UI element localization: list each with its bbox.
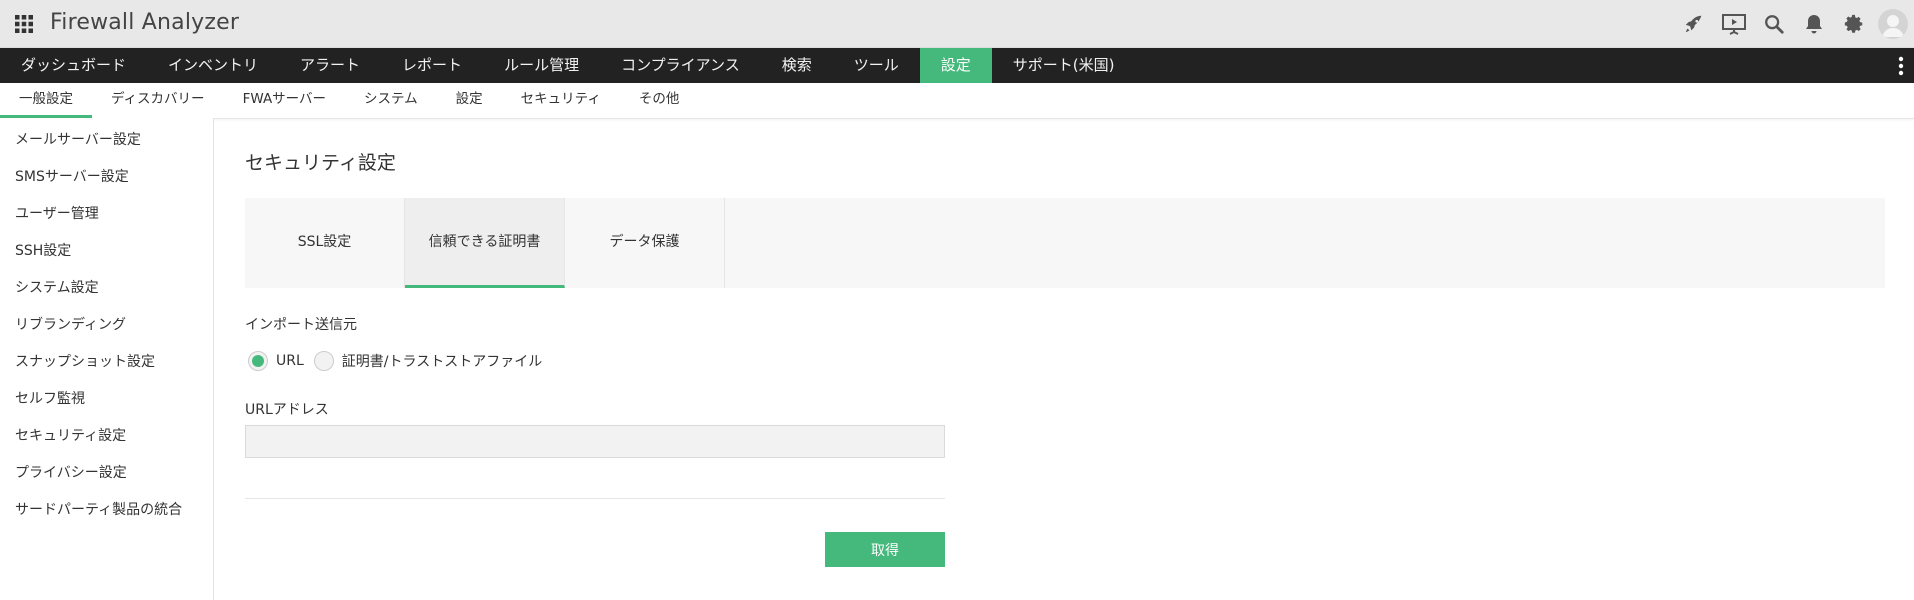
nav-item-inventory[interactable]: インベントリ <box>147 48 279 83</box>
tab-trusted-certificates[interactable]: 信頼できる証明書 <box>405 198 565 288</box>
subnav-item-security[interactable]: セキュリティ <box>502 83 620 118</box>
more-vertical-icon[interactable] <box>1898 56 1904 76</box>
presentation-icon[interactable] <box>1714 0 1754 48</box>
bell-icon[interactable] <box>1794 0 1834 48</box>
sidebar-item-user-management[interactable]: ユーザー管理 <box>0 196 213 233</box>
sidebar-item-privacy[interactable]: プライバシー設定 <box>0 455 213 492</box>
user-avatar[interactable] <box>1874 0 1914 48</box>
nav-item-support[interactable]: サポート(米国) <box>992 48 1136 83</box>
top-header: Firewall Analyzer <box>0 0 1914 48</box>
nav-item-settings[interactable]: 設定 <box>919 48 992 83</box>
sidebar-item-system-settings[interactable]: システム設定 <box>0 270 213 307</box>
main-content: セキュリティ設定 SSL設定 信頼できる証明書 データ保護 インポート送信元 U… <box>215 118 1914 600</box>
nav-item-rule-management[interactable]: ルール管理 <box>483 48 600 83</box>
nav-item-search[interactable]: 検索 <box>761 48 833 83</box>
tab-ssl-settings[interactable]: SSL設定 <box>245 198 405 288</box>
radio-certificate-file-label: 証明書/トラストストアファイル <box>341 354 543 370</box>
subnav-item-settings[interactable]: 設定 <box>437 83 502 118</box>
sidebar-item-third-party[interactable]: サードパーティ製品の統合 <box>0 492 213 529</box>
sidebar: メールサーバー設定 SMSサーバー設定 ユーザー管理 SSH設定 システム設定 … <box>0 118 214 600</box>
subnav-item-discovery[interactable]: ディスカバリー <box>92 83 224 118</box>
subnav-item-other[interactable]: その他 <box>620 83 699 118</box>
subnav-item-system[interactable]: システム <box>345 83 437 118</box>
radio-certificate-file[interactable] <box>313 351 334 371</box>
radio-url-label: URL <box>276 353 304 369</box>
fetch-button[interactable]: 取得 <box>825 532 945 567</box>
sidebar-item-ssh[interactable]: SSH設定 <box>0 233 213 270</box>
import-source-label: インポート送信元 <box>245 317 357 333</box>
gear-icon[interactable] <box>1834 0 1874 48</box>
sub-nav: 一般設定 ディスカバリー FWAサーバー システム 設定 セキュリティ その他 <box>0 83 1914 119</box>
form-divider <box>245 498 945 499</box>
url-address-label: URLアドレス <box>245 402 329 418</box>
app-title: Firewall Analyzer <box>50 10 240 35</box>
sidebar-item-mail-server[interactable]: メールサーバー設定 <box>0 122 213 159</box>
search-icon[interactable] <box>1754 0 1794 48</box>
sidebar-item-rebranding[interactable]: リブランディング <box>0 307 213 344</box>
sidebar-item-snapshot[interactable]: スナップショット設定 <box>0 344 213 381</box>
radio-selected-dot <box>252 355 264 367</box>
main-nav: ダッシュボード インベントリ アラート レポート ルール管理 コンプライアンス … <box>0 48 1914 83</box>
radio-url[interactable] <box>248 351 268 371</box>
nav-item-tools[interactable]: ツール <box>833 48 920 83</box>
user-avatar-icon <box>1878 9 1908 39</box>
settings-tabs: SSL設定 信頼できる証明書 データ保護 <box>245 198 1885 288</box>
nav-item-dashboard[interactable]: ダッシュボード <box>0 48 147 83</box>
import-source-radio-group: URL 証明書/トラストストアファイル <box>248 351 552 371</box>
tab-data-protection[interactable]: データ保護 <box>565 198 725 288</box>
nav-item-reports[interactable]: レポート <box>381 48 483 83</box>
subnav-item-general-settings[interactable]: 一般設定 <box>0 83 92 118</box>
url-address-input[interactable] <box>245 425 945 458</box>
apps-grid-icon[interactable] <box>14 14 34 34</box>
subnav-item-fwa-server[interactable]: FWAサーバー <box>224 83 345 118</box>
sidebar-item-self-monitoring[interactable]: セルフ監視 <box>0 381 213 418</box>
page-title: セキュリティ設定 <box>245 152 396 174</box>
rocket-icon[interactable] <box>1674 0 1714 48</box>
nav-item-alerts[interactable]: アラート <box>279 48 381 83</box>
sidebar-item-security-settings[interactable]: セキュリティ設定 <box>0 418 213 455</box>
sidebar-item-sms-server[interactable]: SMSサーバー設定 <box>0 159 213 196</box>
nav-item-compliance[interactable]: コンプライアンス <box>600 48 761 83</box>
